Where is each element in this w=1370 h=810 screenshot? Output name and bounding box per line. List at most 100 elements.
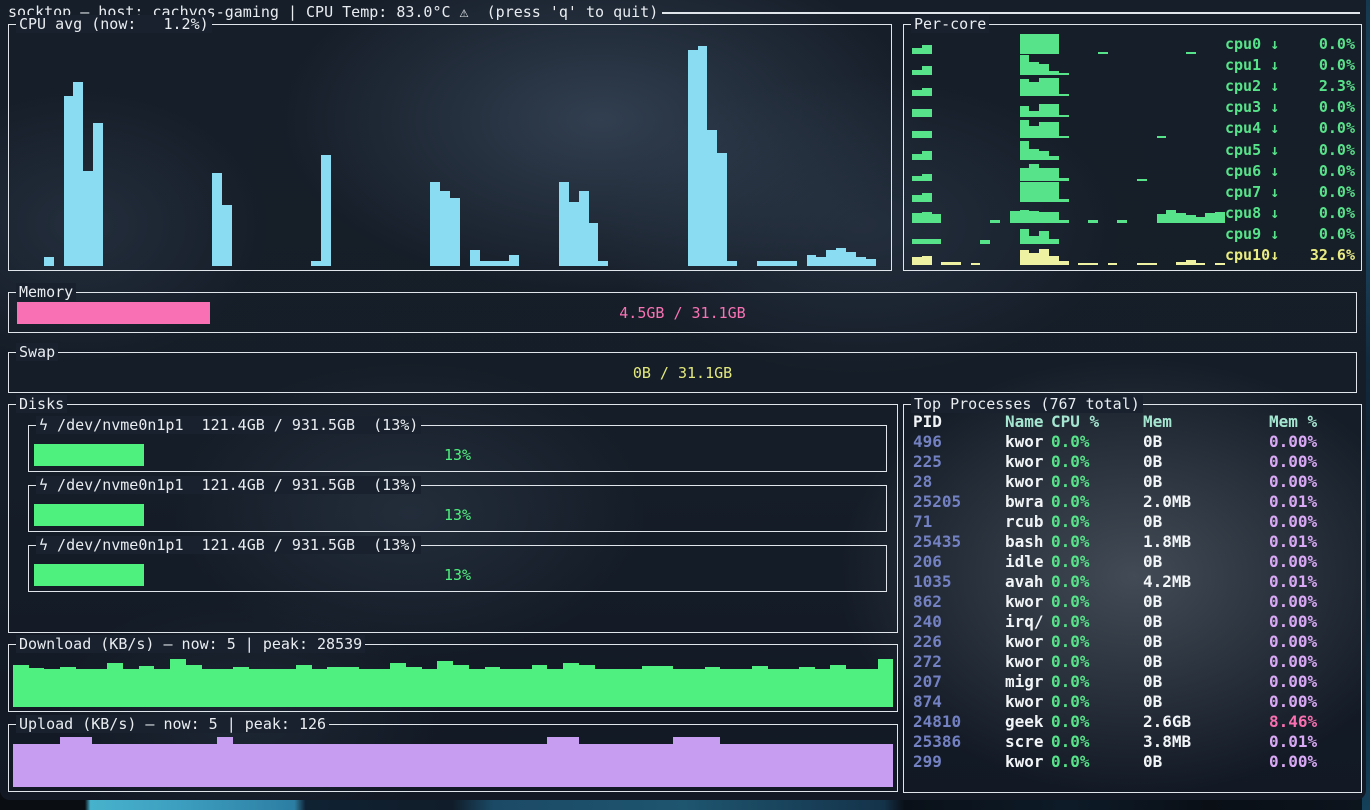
core-spark-bar xyxy=(1029,149,1039,160)
upload-bar xyxy=(139,744,155,787)
core-spark-bar xyxy=(1157,214,1167,223)
core-spark-bar xyxy=(1049,256,1059,265)
upload-bar xyxy=(579,744,595,787)
process-cpu: 0.0% xyxy=(1051,492,1143,512)
per-core-panel-title: Per-core xyxy=(911,15,989,33)
process-row: 24810geek0.0%2.6GB8.46% xyxy=(913,712,1357,732)
core-name: cpu2 ↓ xyxy=(1225,76,1279,96)
upload-bar xyxy=(610,744,626,787)
process-mem: 0B xyxy=(1143,512,1269,532)
download-bar xyxy=(107,663,123,707)
disk-gauge-label: 13% xyxy=(34,444,881,466)
process-row: 225kwor0.0%0B0.00% xyxy=(913,452,1357,472)
core-name: cpu8 ↓ xyxy=(1225,203,1279,223)
core-spark-bar xyxy=(1020,141,1030,160)
core-spark-bar xyxy=(1039,182,1049,201)
process-name: rcub xyxy=(1005,512,1051,532)
upload-bar xyxy=(815,744,831,787)
process-pid: 207 xyxy=(913,672,1005,692)
process-cpu: 0.0% xyxy=(1051,752,1143,772)
memory-panel: Memory 4.5GB / 31.1GB xyxy=(8,292,1357,333)
process-cpu: 0.0% xyxy=(1051,532,1143,552)
core-spark-bar xyxy=(1205,213,1215,222)
download-bar xyxy=(170,659,186,707)
core-spark-bar xyxy=(1020,55,1030,75)
download-bar xyxy=(233,667,249,707)
memory-panel-title: Memory xyxy=(16,283,76,301)
core-spark-bar xyxy=(1039,231,1049,244)
process-row: 71rcub0.0%0B0.00% xyxy=(913,512,1357,532)
core-spark-bar xyxy=(1137,263,1147,265)
cpu-avg-bar xyxy=(688,50,698,266)
upload-bar xyxy=(296,744,312,787)
core-sparkline xyxy=(912,138,1225,159)
process-cpu: 0.0% xyxy=(1051,512,1143,532)
upload-bar xyxy=(563,737,579,787)
core-row: cpu10↓32.6% xyxy=(912,244,1355,265)
download-bar xyxy=(29,668,45,707)
cpu-avg-bar xyxy=(767,261,777,266)
upload-bar xyxy=(532,744,548,787)
core-usage-value: 0.0% xyxy=(1319,203,1355,223)
cpu-avg-bar xyxy=(93,123,103,266)
process-mempct: 0.01% xyxy=(1269,532,1357,552)
core-spark-bar xyxy=(1029,82,1039,97)
core-spark-bar xyxy=(1186,215,1196,222)
upload-bar xyxy=(689,737,705,787)
upload-bar xyxy=(547,737,563,787)
core-spark-bar xyxy=(1029,62,1039,75)
core-spark-bar xyxy=(1147,263,1157,266)
upload-bar xyxy=(60,737,76,787)
cpu-avg-bar xyxy=(73,82,83,266)
core-label: cpu2 ↓2.3% xyxy=(1225,76,1355,96)
cpu-avg-bar xyxy=(866,259,876,266)
core-spark-bar xyxy=(1029,164,1039,180)
process-mem: 0B xyxy=(1143,472,1269,492)
core-label: cpu4 ↓0.0% xyxy=(1225,118,1355,138)
core-spark-bar xyxy=(1039,212,1049,223)
download-bar xyxy=(327,667,343,707)
process-mempct: 0.00% xyxy=(1269,752,1357,772)
process-pid: 25386 xyxy=(913,732,1005,752)
core-spark-bar xyxy=(1059,261,1069,265)
process-cpu: 0.0% xyxy=(1051,632,1143,652)
cpu-avg-bar xyxy=(321,155,331,266)
core-spark-bar xyxy=(1049,78,1059,97)
process-name: idle xyxy=(1005,552,1051,572)
disk-list: ϟ /dev/nvme0n1p1 121.4GB / 931.5GB (13%)… xyxy=(9,405,897,592)
process-cpu: 0.0% xyxy=(1051,612,1143,632)
lightning-icon: ϟ xyxy=(39,416,48,434)
process-row: 206idle0.0%0B0.00% xyxy=(913,552,1357,572)
disk-path: /dev/nvme0n1p1 xyxy=(48,416,183,434)
process-mem: 2.0MB xyxy=(1143,492,1269,512)
core-sparkline xyxy=(912,160,1225,181)
quit-hint: (press 'q' to quit) xyxy=(469,3,659,21)
upload-bar xyxy=(359,744,375,787)
process-cpu: 0.0% xyxy=(1051,692,1143,712)
cpu-avg-bar xyxy=(777,261,787,266)
terminal-window[interactable]: socktop — host: cachyos-gaming | CPU Tem… xyxy=(0,0,1366,800)
process-pid: 862 xyxy=(913,592,1005,612)
core-spark-bar xyxy=(1020,106,1030,118)
download-bar xyxy=(343,667,359,707)
cpu-avg-chart xyxy=(14,39,886,266)
process-mempct: 0.01% xyxy=(1269,572,1357,592)
core-row: cpu9 ↓0.0% xyxy=(912,223,1355,244)
core-spark-bar xyxy=(1078,263,1088,266)
core-usage-value: 0.0% xyxy=(1319,224,1355,244)
core-spark-bar xyxy=(1166,210,1176,223)
disks-panel: Disks ϟ /dev/nvme0n1p1 121.4GB / 931.5GB… xyxy=(8,404,898,633)
core-usage-value: 0.0% xyxy=(1319,118,1355,138)
download-bar xyxy=(312,669,328,707)
cpu-avg-bar xyxy=(430,182,440,266)
core-spark-bar xyxy=(1039,249,1049,265)
swap-panel: Swap 0B / 31.1GB xyxy=(8,352,1357,393)
disk-gauge: 13% xyxy=(34,504,881,526)
process-cpu: 0.0% xyxy=(1051,452,1143,472)
upload-panel-title: Upload (KB/s) — now: 5 | peak: 126 xyxy=(16,715,329,733)
disk-box: ϟ /dev/nvme0n1p1 121.4GB / 931.5GB (13%)… xyxy=(28,545,887,592)
core-spark-bar xyxy=(1049,122,1059,138)
core-spark-bar xyxy=(1176,213,1186,223)
core-spark-bar xyxy=(1039,64,1049,75)
cpu-avg-bar xyxy=(44,257,54,266)
